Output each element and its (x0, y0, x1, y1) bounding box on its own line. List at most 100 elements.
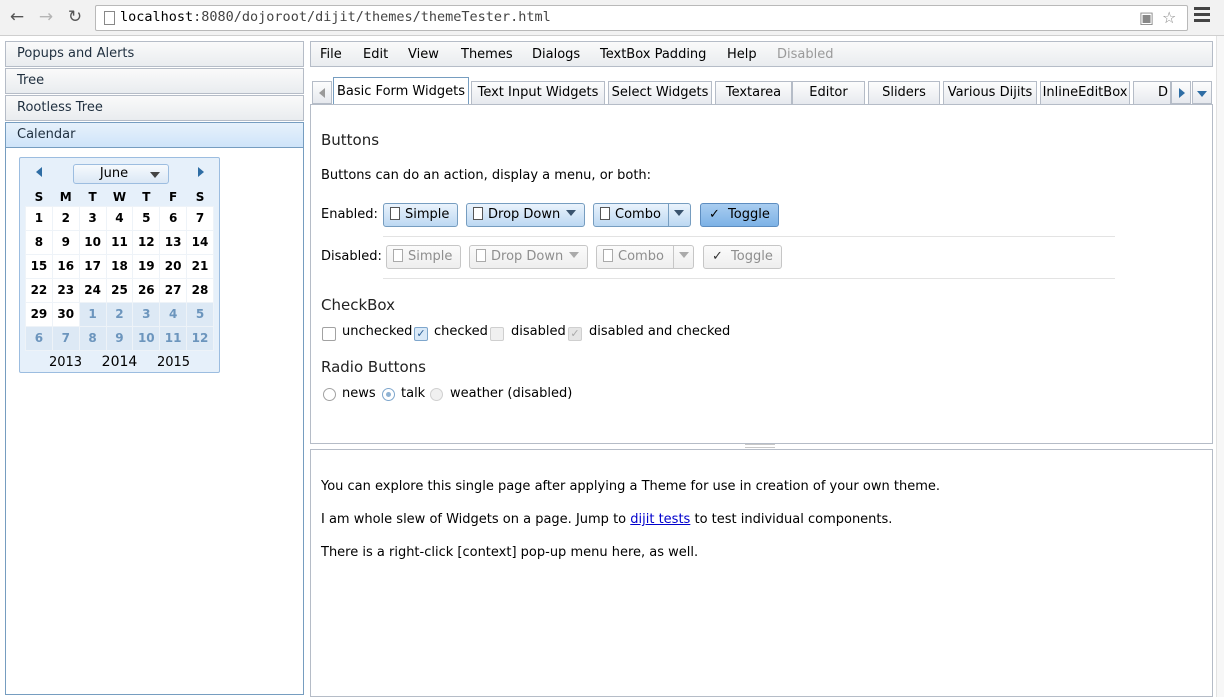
dijit-tests-link[interactable]: dijit tests (630, 512, 690, 527)
accordion-rootless-tree[interactable]: Rootless Tree (5, 95, 304, 121)
previous-month-icon[interactable] (36, 167, 42, 177)
calendar-day[interactable]: 16 (51, 253, 80, 279)
tab-inline-edit-box[interactable]: InlineEditBox (1040, 81, 1130, 104)
combo-dropdown-arrow[interactable] (668, 204, 690, 226)
accordion-calendar[interactable]: Calendar (5, 122, 304, 148)
combo-dropdown-arrow (673, 246, 695, 268)
calendar-day[interactable]: 23 (51, 277, 80, 303)
dropdown-button[interactable]: Drop Down (466, 203, 586, 227)
browser-menu-icon[interactable] (1194, 7, 1210, 27)
calendar-day[interactable]: 15 (25, 253, 53, 279)
unchecked-label[interactable]: unchecked (342, 324, 412, 339)
tab-menu-button[interactable] (1192, 81, 1212, 104)
calendar-day[interactable]: 26 (132, 277, 161, 303)
save-icon (603, 249, 613, 262)
calendar-day[interactable]: 12 (132, 229, 161, 255)
calendar-day[interactable]: 7 (186, 205, 214, 231)
calendar-day[interactable]: 21 (186, 253, 214, 279)
url-text[interactable]: localhost:8080/dojoroot/dijit/themes/the… (120, 9, 551, 25)
splitter-handle[interactable] (745, 444, 775, 448)
address-bar[interactable]: localhost:8080/dojoroot/dijit/themes/the… (95, 5, 1188, 31)
menu-edit[interactable]: Edit (363, 47, 388, 62)
month-dropdown[interactable]: June (73, 164, 169, 184)
tab-partial[interactable]: D (1133, 81, 1171, 104)
calendar-day[interactable]: 25 (105, 277, 134, 303)
calendar-day[interactable]: 6 (159, 205, 188, 231)
calendar-day[interactable]: 2 (51, 205, 80, 231)
talk-radio[interactable] (382, 388, 395, 401)
bookmark-star-icon[interactable]: ☆ (1162, 8, 1176, 27)
next-month-icon[interactable] (198, 167, 204, 177)
next-year[interactable]: 2015 (147, 355, 201, 370)
tab-sliders[interactable]: Sliders (868, 81, 940, 104)
tab-text-input-widgets[interactable]: Text Input Widgets (471, 81, 605, 104)
calendar-day[interactable]: 28 (186, 277, 214, 303)
calendar-day[interactable]: 27 (159, 277, 188, 303)
calendar-day-other-month[interactable]: 4 (159, 301, 188, 327)
calendar-day[interactable]: 11 (105, 229, 134, 255)
menu-dialogs[interactable]: Dialogs (532, 47, 580, 62)
toggle-button[interactable]: ✓ Toggle (700, 203, 779, 227)
menu-view[interactable]: View (408, 47, 439, 62)
tab-scroll-right-button[interactable] (1171, 81, 1191, 104)
news-label[interactable]: news (342, 386, 376, 401)
calendar-day-other-month[interactable]: 1 (78, 301, 107, 327)
calendar-day[interactable]: 17 (78, 253, 107, 279)
calendar-day[interactable]: 13 (159, 229, 188, 255)
info-panel: You can explore this single page after a… (310, 449, 1213, 697)
checked-checkbox[interactable]: ✓ (414, 327, 428, 341)
calendar-day[interactable]: 4 (105, 205, 134, 231)
checked-label[interactable]: checked (434, 324, 488, 339)
calendar-day[interactable]: 14 (186, 229, 214, 255)
calendar-day-other-month[interactable]: 7 (51, 325, 80, 351)
unchecked-checkbox[interactable] (322, 327, 336, 341)
calendar-day[interactable]: 30 (51, 301, 80, 327)
calendar-day-other-month[interactable]: 12 (186, 325, 214, 351)
simple-button-disabled: Simple (386, 245, 462, 269)
calendar-day-other-month[interactable]: 6 (25, 325, 53, 351)
forward-arrow-icon[interactable]: → (35, 6, 57, 28)
calendar-day-other-month[interactable]: 5 (186, 301, 214, 327)
disabled-label-checkbox: disabled (511, 324, 566, 339)
calendar-day[interactable]: 9 (51, 229, 80, 255)
tab-editor[interactable]: Editor (792, 81, 865, 104)
calendar-day-other-month[interactable]: 10 (132, 325, 161, 351)
checkmark-icon: ✓ (709, 207, 720, 222)
calendar-day-other-month[interactable]: 2 (105, 301, 134, 327)
calendar-day-other-month[interactable]: 8 (78, 325, 107, 351)
reload-icon[interactable]: ↻ (64, 6, 86, 28)
tab-various-dijits[interactable]: Various Dijits (943, 81, 1037, 104)
accordion-popups-and-alerts[interactable]: Popups and Alerts (5, 41, 304, 67)
accordion-tree[interactable]: Tree (5, 68, 304, 94)
calendar-day[interactable]: 5 (132, 205, 161, 231)
tab-basic-form-widgets[interactable]: Basic Form Widgets (333, 77, 469, 105)
calendar-day[interactable]: 1 (25, 205, 53, 231)
calendar-day[interactable]: 8 (25, 229, 53, 255)
calendar-day[interactable]: 18 (105, 253, 134, 279)
talk-label[interactable]: talk (401, 386, 425, 401)
menu-textbox-padding[interactable]: TextBox Padding (600, 47, 706, 62)
calendar-day[interactable]: 3 (78, 205, 107, 231)
calendar-day-other-month[interactable]: 3 (132, 301, 161, 327)
tab-scroll-left-button[interactable] (312, 81, 332, 104)
calendar-day[interactable]: 10 (78, 229, 107, 255)
calendar-day-other-month[interactable]: 9 (105, 325, 134, 351)
back-arrow-icon[interactable]: ← (6, 6, 28, 28)
calendar-day-other-month[interactable]: 11 (159, 325, 188, 351)
tab-select-widgets[interactable]: Select Widgets (608, 81, 712, 104)
calendar-day[interactable]: 29 (25, 301, 53, 327)
calendar-day[interactable]: 22 (25, 277, 53, 303)
menu-help[interactable]: Help (727, 47, 757, 62)
previous-year[interactable]: 2013 (39, 355, 93, 370)
calendar-day[interactable]: 20 (159, 253, 188, 279)
simple-button[interactable]: Simple (383, 203, 459, 227)
menu-file[interactable]: File (320, 47, 342, 62)
calendar-day[interactable]: 19 (132, 253, 161, 279)
calendar-day[interactable]: 24 (78, 277, 107, 303)
page-scrollbar[interactable] (1216, 36, 1224, 697)
translate-icon[interactable]: ▣ (1139, 8, 1154, 27)
menu-themes[interactable]: Themes (461, 47, 513, 62)
news-radio[interactable] (323, 388, 336, 401)
tab-textarea[interactable]: Textarea (715, 81, 792, 104)
combo-button[interactable]: Combo (593, 203, 691, 227)
